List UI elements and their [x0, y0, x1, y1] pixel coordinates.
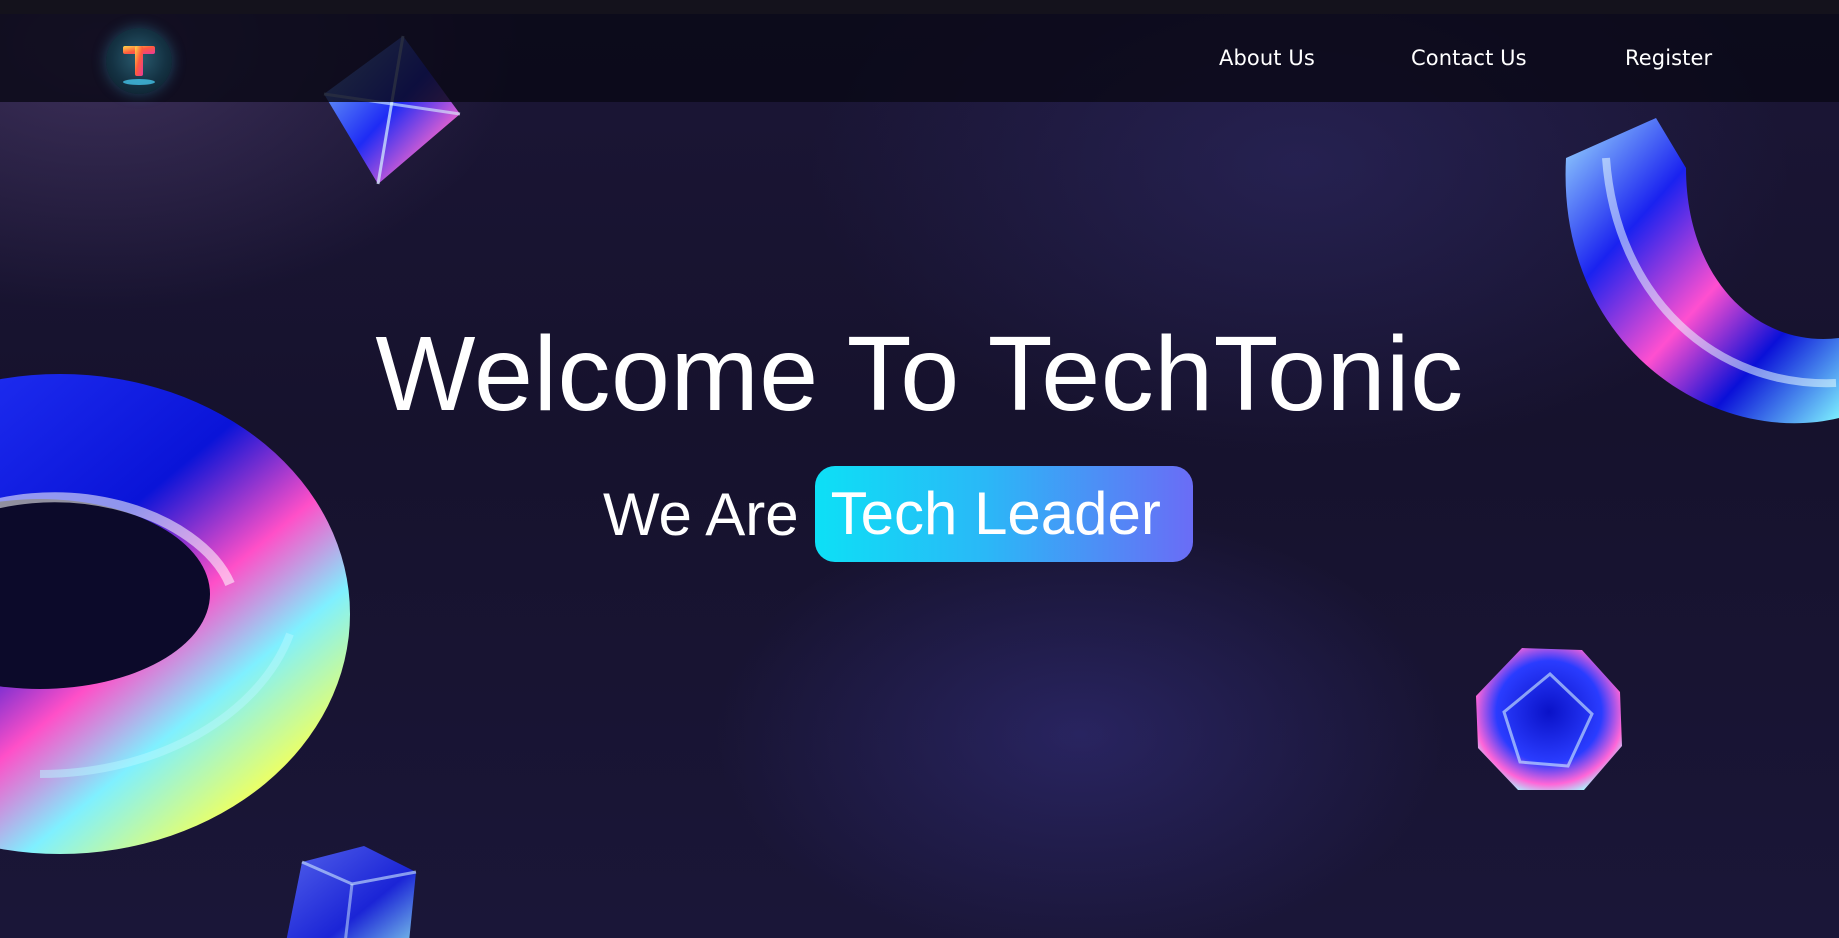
navbar: About Us Contact Us Register	[0, 14, 1839, 102]
nav-about-us[interactable]: About Us	[1219, 46, 1315, 70]
logo-t-glyph	[123, 46, 155, 85]
hero-title: Welcome To TechTonic	[375, 315, 1464, 433]
nav-contact-us[interactable]: Contact Us	[1411, 46, 1527, 70]
hero-subtitle: We Are Tech Leader	[603, 466, 1193, 562]
half-ring-icon	[1565, 118, 1839, 424]
landing-page: About Us Contact Us Register Welcome To …	[0, 14, 1839, 938]
hero-subtitle-prefix: We Are	[603, 480, 799, 548]
nav-register[interactable]: Register	[1625, 46, 1712, 70]
browser-top-strip	[0, 0, 1839, 14]
techtonic-logo-icon[interactable]	[106, 28, 172, 94]
hero-subtitle-highlight: Tech Leader	[814, 466, 1193, 562]
cube-crystal-icon	[286, 846, 417, 938]
gem-crystal-icon	[1476, 648, 1622, 790]
